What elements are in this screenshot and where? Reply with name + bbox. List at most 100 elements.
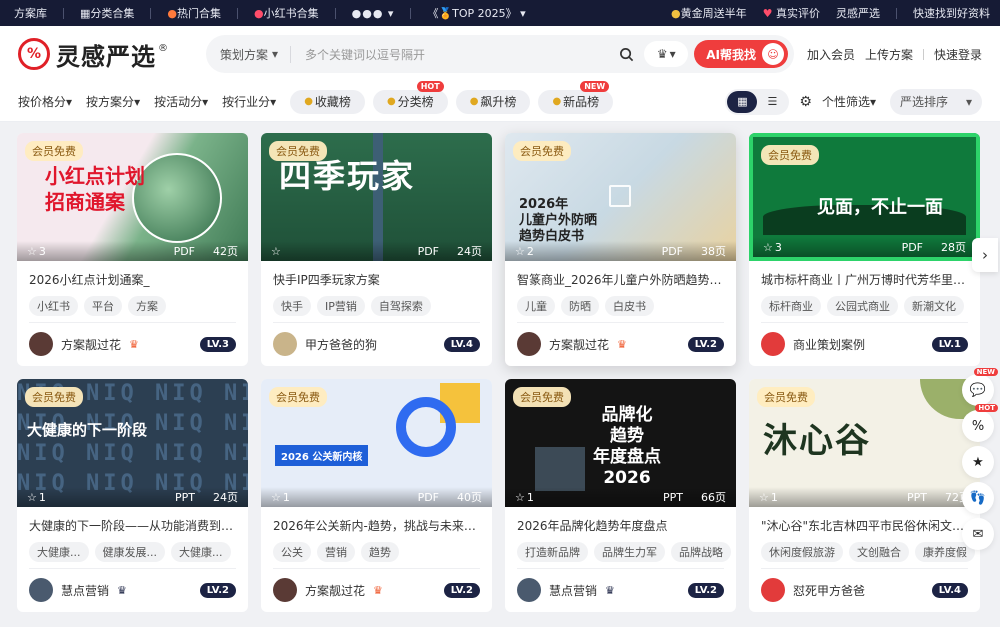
card-thumbnail[interactable]: 沐心谷 会员免费 ☆ 1 PPT 72页: [749, 379, 980, 507]
card-title[interactable]: 大健康的下一阶段——从功能消费到意...: [17, 507, 248, 534]
rank-rising[interactable]: ● 飙升榜: [455, 89, 531, 114]
tag[interactable]: 公园式商业: [827, 296, 898, 316]
card-thumbnail[interactable]: 小红点计划 招商通案 会员免费 ☆ 3 PDF 42页: [17, 133, 248, 261]
tag[interactable]: 方案: [128, 296, 166, 316]
tag[interactable]: 自驾探索: [370, 296, 431, 316]
upload-plan-link[interactable]: 上传方案: [865, 46, 913, 63]
topbar-link-xhs[interactable]: ●小红书合集: [254, 5, 319, 21]
author-name[interactable]: 方案靓过花: [305, 582, 365, 599]
tag[interactable]: 公关: [273, 542, 311, 562]
topbar-link-reviews[interactable]: ♥ 真实评价: [763, 5, 820, 21]
tag[interactable]: 品牌生力军: [594, 542, 665, 562]
avatar[interactable]: [517, 332, 541, 356]
plan-card[interactable]: 沐心谷 会员免费 ☆ 1 PPT 72页 "沐心谷"东北吉林四平市民俗休闲文旅..…: [749, 379, 980, 612]
avatar[interactable]: [761, 332, 785, 356]
card-title[interactable]: "沐心谷"东北吉林四平市民俗休闲文旅...: [749, 507, 980, 534]
favorite-button[interactable]: ☆ 1: [27, 491, 46, 504]
filter-industry[interactable]: 按行业分▾: [222, 93, 276, 110]
card-thumbnail[interactable]: 品牌化 趋势 年度盘点 2026 会员免费 ☆ 1 PPT 66页: [505, 379, 736, 507]
join-member-link[interactable]: 加入会员: [807, 46, 855, 63]
tag[interactable]: 新潮文化: [904, 296, 964, 316]
tag[interactable]: 防晒: [561, 296, 599, 316]
card-thumbnail[interactable]: NIQ NIQ NIQ NIQ NIQ NIQ NIQ NIQ NIQ NIQ …: [17, 379, 248, 507]
tag[interactable]: 趋势: [361, 542, 399, 562]
card-title[interactable]: 2026年品牌化趋势年度盘点: [505, 507, 736, 534]
topbar-link-brand[interactable]: 灵感严选: [836, 5, 880, 21]
rank-category[interactable]: ● 分类榜 HOT: [372, 80, 448, 114]
tag[interactable]: 平台: [84, 296, 122, 316]
topbar-link-find[interactable]: 快速找到好资料: [913, 5, 990, 21]
card-title[interactable]: 2026小红点计划通案_: [17, 261, 248, 288]
mail-icon[interactable]: ✉: [962, 518, 994, 550]
more-menu[interactable]: ●●● ▾: [352, 7, 395, 20]
favorite-button[interactable]: ☆ 1: [271, 491, 290, 504]
filter-activity[interactable]: 按活动分▾: [154, 93, 208, 110]
author-name[interactable]: 怼死甲方爸爸: [793, 582, 865, 599]
card-thumbnail[interactable]: 2026年 儿童户外防晒 趋势白皮书 会员免费 ☆ 2 PDF 38页: [505, 133, 736, 261]
avatar[interactable]: [517, 578, 541, 602]
preview-icon[interactable]: [609, 185, 631, 207]
rank-new[interactable]: ● 新品榜 NEW: [538, 80, 614, 114]
filter-plan[interactable]: 按方案分▾: [86, 93, 140, 110]
avatar[interactable]: [273, 332, 297, 356]
logo[interactable]: % 灵感严选 ®: [18, 37, 206, 72]
card-thumbnail[interactable]: 2026 公关新内核 会员免费 ☆ 1 PDF 40页: [261, 379, 492, 507]
rank-favorites[interactable]: ● 收藏榜: [290, 89, 365, 114]
percent-icon[interactable]: % HOT: [962, 404, 998, 442]
tag[interactable]: 大健康...: [29, 542, 89, 562]
tag[interactable]: IP营销: [317, 296, 365, 316]
avatar[interactable]: [761, 578, 785, 602]
star-icon[interactable]: ★: [962, 446, 994, 478]
topbar-link-category[interactable]: ▦分类合集: [80, 5, 134, 21]
card-title[interactable]: 2026年公关新内-趋势，挑战与未来展...: [261, 507, 492, 534]
quick-login-link[interactable]: 快速登录: [934, 46, 982, 63]
topbar-link-hot[interactable]: ●热门合集: [167, 5, 221, 21]
tag[interactable]: 标杆商业: [761, 296, 821, 316]
filter-price[interactable]: 按价格分▾: [18, 93, 72, 110]
tag[interactable]: 大健康...: [171, 542, 231, 562]
author-name[interactable]: 方案靓过花: [549, 336, 609, 353]
chat-icon[interactable]: 💬 NEW: [962, 368, 998, 406]
tag[interactable]: 快手: [273, 296, 311, 316]
search-scope-select[interactable]: 策划方案 ▾: [220, 45, 292, 63]
card-thumbnail[interactable]: 见面，不止一面 会员免费 ☆ 3 PDF 28页: [749, 133, 980, 261]
favorite-button[interactable]: ☆ 1: [759, 491, 778, 504]
tag[interactable]: 儿童: [517, 296, 555, 316]
tag[interactable]: 小红书: [29, 296, 78, 316]
favorite-button[interactable]: ☆ 2: [515, 245, 534, 258]
tag[interactable]: 白皮书: [605, 296, 654, 316]
card-title[interactable]: 城市标杆商业丨广州万博时代芳华里C...: [749, 261, 980, 288]
favorite-button[interactable]: ☆ 3: [27, 245, 46, 258]
card-title[interactable]: 快手IP四季玩家方案: [261, 261, 492, 288]
tag[interactable]: 健康发展...: [94, 542, 165, 562]
avatar[interactable]: [29, 332, 53, 356]
favorite-button[interactable]: ☆ 3: [763, 241, 782, 254]
chevron-right-icon[interactable]: ›: [972, 238, 998, 272]
avatar[interactable]: [29, 578, 53, 602]
personal-filter[interactable]: 个性筛选▾: [822, 93, 876, 110]
sort-select[interactable]: 严选排序 ▾: [890, 88, 982, 115]
plan-card[interactable]: NIQ NIQ NIQ NIQ NIQ NIQ NIQ NIQ NIQ NIQ …: [17, 379, 248, 612]
author-name[interactable]: 方案靓过花: [61, 336, 121, 353]
plan-card[interactable]: 品牌化 趋势 年度盘点 2026 会员免费 ☆ 1 PPT 66页 2026年品牌…: [505, 379, 736, 612]
plan-card[interactable]: 2026年 儿童户外防晒 趋势白皮书 会员免费 ☆ 2 PDF 38页 智篆商业_…: [505, 133, 736, 366]
author-name[interactable]: 甲方爸爸的狗: [305, 336, 377, 353]
member-filter-button[interactable]: ♛ ▾: [644, 41, 689, 67]
tag[interactable]: 休闲度假旅游: [761, 542, 843, 562]
topbar-link-library[interactable]: 方案库: [14, 5, 47, 21]
plan-card[interactable]: 四季玩家 会员免费 ☆ PDF 24页 快手IP四季玩家方案 快手 IP营销 自…: [261, 133, 492, 366]
plan-card[interactable]: 小红点计划 招商通案 会员免费 ☆ 3 PDF 42页 2026小红点计划通案_ …: [17, 133, 248, 366]
plan-card[interactable]: 2026 公关新内核 会员免费 ☆ 1 PDF 40页 2026年公关新内-趋势，…: [261, 379, 492, 612]
tag[interactable]: 品牌战略: [671, 542, 731, 562]
search-input[interactable]: 多个关键词以逗号隔开: [291, 46, 614, 63]
gear-icon[interactable]: ⚙: [799, 94, 812, 110]
card-thumbnail[interactable]: 四季玩家 会员免费 ☆ PDF 24页: [261, 133, 492, 261]
author-name[interactable]: 慧点营销: [549, 582, 597, 599]
ai-find-button[interactable]: AI帮我找 ☺: [694, 40, 788, 68]
favorite-button[interactable]: ☆ 1: [515, 491, 534, 504]
search-icon[interactable]: [614, 42, 638, 66]
favorite-button[interactable]: ☆: [271, 245, 283, 258]
card-title[interactable]: 智篆商业_2026年儿童户外防晒趋势白...: [505, 261, 736, 288]
topbar-link-promo[interactable]: ●黄金周送半年: [671, 5, 747, 21]
tag[interactable]: 打造新品牌: [517, 542, 588, 562]
